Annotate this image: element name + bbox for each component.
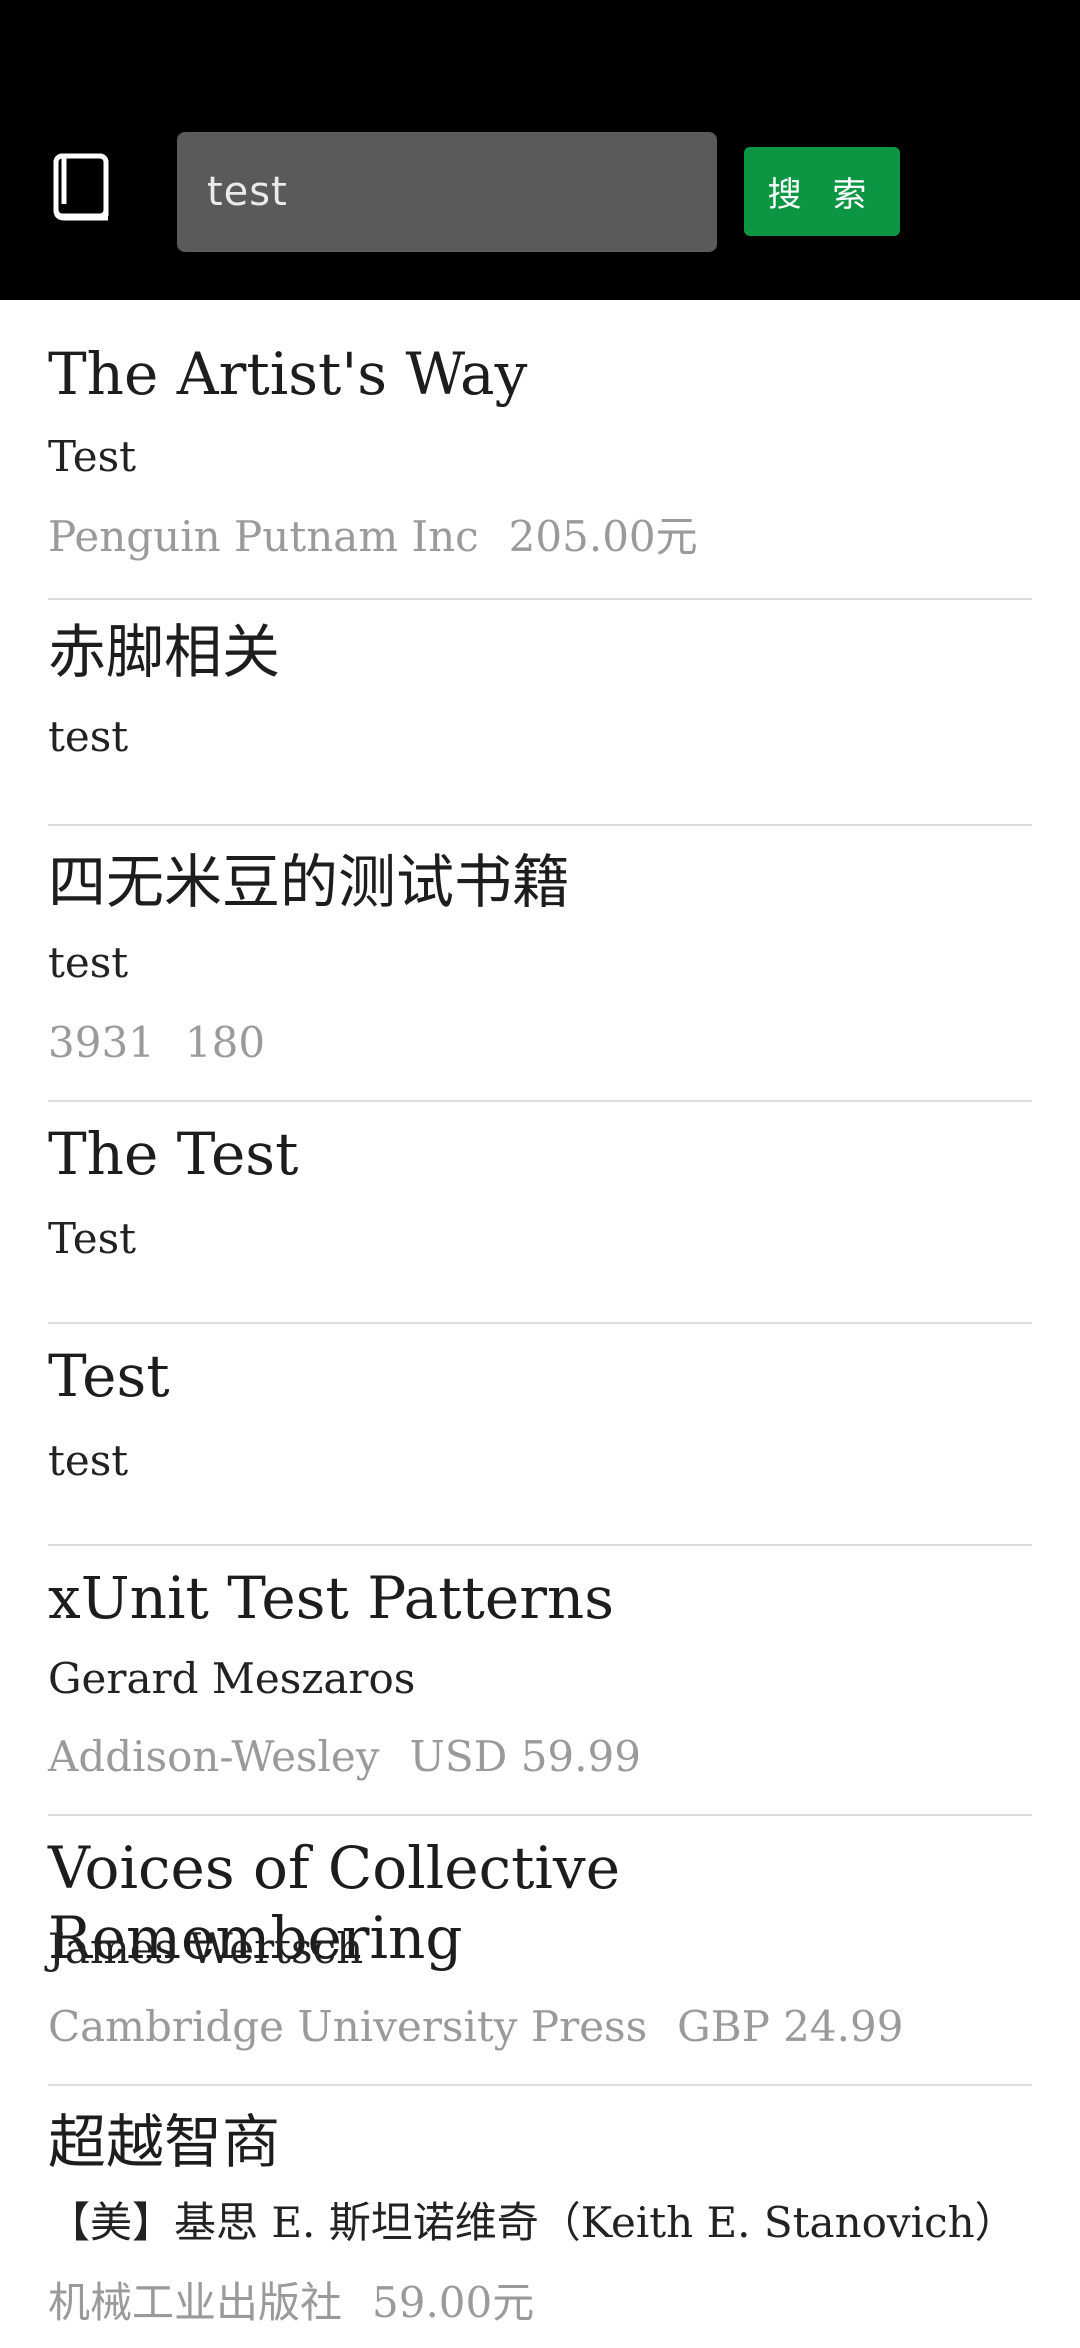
list-item[interactable]: xUnit Test Patterns Gerard Meszaros Addi… — [48, 1546, 1032, 1816]
list-item[interactable]: The Artist's Way Test Penguin Putnam Inc… — [48, 300, 1032, 600]
book-title: 超越智商 — [48, 2108, 281, 2176]
book-publisher: 机械工业出版社 — [48, 2278, 343, 2327]
search-input-value: test — [207, 169, 288, 215]
list-item[interactable]: Voices of Collective Remembering James W… — [48, 1816, 1032, 2086]
book-meta: Penguin Putnam Inc 205.00元 — [48, 512, 698, 562]
list-item[interactable]: Test test — [48, 1324, 1032, 1546]
book-title: xUnit Test Patterns — [48, 1564, 615, 1632]
book-title: 四无米豆的测试书籍 — [48, 848, 571, 916]
book-author: test — [48, 712, 129, 761]
book-title: The Test — [48, 1120, 299, 1188]
book-author: test — [48, 1436, 129, 1485]
book-author: Gerard Meszaros — [48, 1654, 416, 1703]
top-bar: test 搜 索 — [0, 0, 1080, 300]
book-meta: 3931 180 — [48, 1018, 265, 1068]
book-price: USD 59.99 — [409, 1732, 641, 1781]
book-price: 205.00元 — [508, 512, 698, 561]
book-author: 【美】基思 E. 斯坦诺维奇（Keith E. Stanovich） — [48, 2198, 1017, 2247]
book-publisher: Penguin Putnam Inc — [48, 512, 479, 561]
book-author: Test — [48, 432, 137, 481]
book-author: James Wertsch — [48, 1924, 364, 1973]
book-price: 59.00元 — [372, 2278, 535, 2327]
results-list: The Artist's Way Test Penguin Putnam Inc… — [0, 300, 1080, 2348]
search-button[interactable]: 搜 索 — [744, 147, 900, 236]
book-meta: 机械工业出版社 59.00元 — [48, 2278, 534, 2328]
book-publisher: 3931 — [48, 1018, 155, 1067]
book-icon[interactable] — [52, 152, 116, 224]
book-meta: Cambridge University Press GBP 24.99 — [48, 2002, 903, 2052]
book-price: 180 — [184, 1018, 266, 1067]
book-publisher: Cambridge University Press — [48, 2002, 648, 2051]
book-title: 赤脚相关 — [48, 618, 281, 686]
book-publisher: Addison-Wesley — [48, 1732, 380, 1781]
book-price: GBP 24.99 — [677, 2002, 904, 2051]
book-author: test — [48, 938, 129, 987]
book-author: Test — [48, 1214, 137, 1263]
book-title: The Artist's Way — [48, 340, 528, 408]
book-meta: Addison-Wesley USD 59.99 — [48, 1732, 641, 1782]
list-item[interactable]: The Test Test — [48, 1102, 1032, 1324]
list-item[interactable]: 赤脚相关 test — [48, 600, 1032, 826]
search-input[interactable]: test — [177, 132, 717, 252]
list-item[interactable]: 超越智商 【美】基思 E. 斯坦诺维奇（Keith E. Stanovich） … — [48, 2086, 1032, 2348]
list-item[interactable]: 四无米豆的测试书籍 test 3931 180 — [48, 826, 1032, 1102]
book-title: Test — [48, 1342, 170, 1410]
